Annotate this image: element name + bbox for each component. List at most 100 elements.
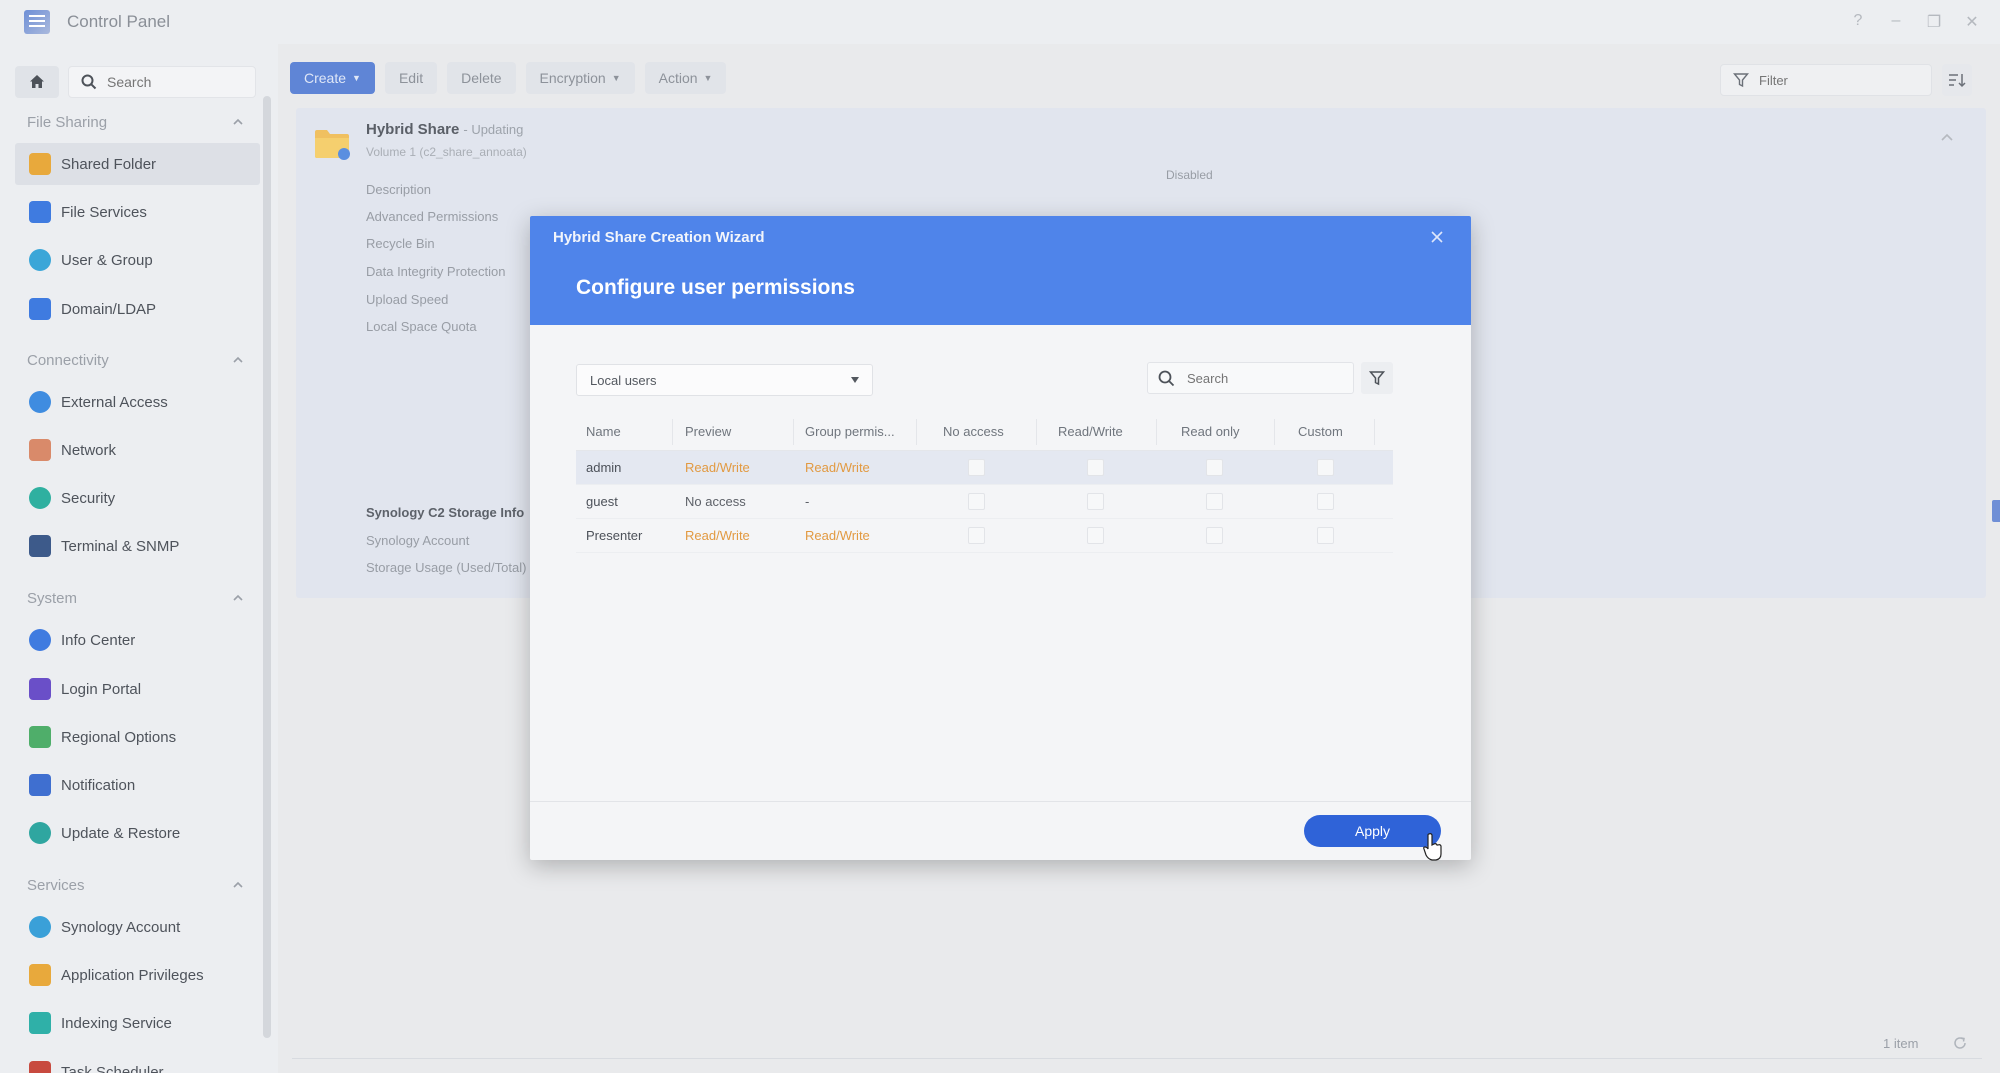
sidebar-item-domain-ldap[interactable]: Domain/LDAP: [15, 288, 260, 330]
terminal-icon: [29, 535, 51, 557]
create-button[interactable]: Create ▼: [290, 62, 375, 94]
permission-filter-button[interactable]: [1361, 362, 1393, 394]
row-group-permission: Read/Write: [805, 528, 870, 543]
encryption-button[interactable]: Encryption ▼: [525, 62, 635, 94]
filter-icon: [1733, 73, 1749, 88]
restore-icon[interactable]: ❐: [1926, 12, 1942, 32]
sidebar-item-notification[interactable]: Notification: [15, 764, 260, 806]
custom-checkbox[interactable]: [1313, 485, 1337, 518]
items-count: 1 item: [1883, 1036, 1919, 1051]
sidebar-item-external-access[interactable]: External Access: [15, 381, 260, 423]
table-row[interactable]: Presenter Read/Write Read/Write: [576, 519, 1393, 553]
sort-icon: [1949, 74, 1966, 88]
sidebar-item-info-center[interactable]: Info Center: [15, 619, 260, 661]
section-file-sharing[interactable]: File Sharing: [0, 108, 260, 138]
caret-down-icon: ▼: [703, 73, 713, 83]
column-header-read-write[interactable]: Read/Write: [1058, 413, 1123, 450]
shield-icon: [29, 487, 51, 509]
lock-icon: [29, 964, 51, 986]
prop-data-integrity: Data Integrity Protection: [366, 264, 506, 279]
sidebar-search[interactable]: [68, 66, 256, 98]
no-access-checkbox[interactable]: [964, 485, 988, 518]
column-header-group-permission[interactable]: Group permis...: [805, 413, 895, 450]
column-header-custom[interactable]: Custom: [1298, 413, 1343, 450]
search-icon: [81, 74, 97, 90]
refresh-icon[interactable]: [1952, 1035, 1968, 1051]
table-header: Name Preview Group permis... No access R…: [576, 413, 1393, 451]
no-access-checkbox[interactable]: [964, 451, 988, 484]
sidebar-item-synology-account[interactable]: Synology Account: [15, 906, 260, 948]
chevron-up-icon: [233, 356, 243, 363]
column-header-name[interactable]: Name: [586, 413, 621, 450]
sidebar-item-regional-options[interactable]: Regional Options: [15, 716, 260, 758]
column-divider: [672, 419, 673, 445]
sidebar-item-terminal-snmp[interactable]: Terminal & SNMP: [15, 525, 260, 567]
sidebar-item-shared-folder[interactable]: Shared Folder: [15, 143, 260, 185]
section-services[interactable]: Services: [0, 871, 260, 901]
custom-checkbox[interactable]: [1313, 451, 1337, 484]
sidebar-item-file-services[interactable]: File Services: [15, 191, 260, 233]
permission-table: Name Preview Group permis... No access R…: [576, 413, 1393, 553]
sort-button[interactable]: [1942, 64, 1972, 96]
sidebar-item-user-group[interactable]: User & Group: [15, 239, 260, 281]
prop-storage-usage: Storage Usage (Used/Total): [366, 560, 527, 575]
close-icon[interactable]: [1429, 229, 1445, 245]
read-write-checkbox[interactable]: [1083, 485, 1107, 518]
row-group-permission: -: [805, 494, 810, 509]
side-panel-handle[interactable]: [1992, 500, 2000, 522]
delete-button[interactable]: Delete: [447, 62, 516, 94]
prop-advanced-permissions-value: Disabled: [1166, 168, 1213, 182]
chevron-up-icon: [233, 594, 243, 601]
permission-search[interactable]: [1147, 362, 1354, 394]
close-icon[interactable]: ✕: [1964, 12, 1980, 32]
read-only-checkbox[interactable]: [1202, 519, 1226, 552]
minimize-icon[interactable]: –: [1888, 12, 1904, 32]
table-row[interactable]: guest No access -: [576, 485, 1393, 519]
hand-cursor-icon: [1423, 833, 1442, 861]
sidebar-item-security[interactable]: Security: [15, 477, 260, 519]
chevron-up-icon[interactable]: [1940, 132, 1954, 144]
caret-down-icon: [851, 377, 859, 383]
row-user-name: Presenter: [586, 528, 643, 543]
sidebar-item-update-restore[interactable]: Update & Restore: [15, 812, 260, 854]
prop-upload-speed: Upload Speed: [366, 292, 449, 307]
section-system[interactable]: System: [0, 584, 260, 614]
share-status: - Updating: [463, 122, 524, 137]
no-access-checkbox[interactable]: [964, 519, 988, 552]
column-header-read-only[interactable]: Read only: [1181, 413, 1240, 450]
sidebar-item-task-scheduler[interactable]: Task Scheduler: [15, 1049, 260, 1073]
prop-synology-account: Synology Account: [366, 533, 470, 548]
file-services-icon: [29, 201, 51, 223]
help-icon[interactable]: ?: [1850, 12, 1866, 32]
sidebar-scrollbar[interactable]: [263, 96, 271, 1038]
read-only-checkbox[interactable]: [1202, 485, 1226, 518]
read-only-checkbox[interactable]: [1202, 451, 1226, 484]
user-type-select[interactable]: Local users: [576, 364, 873, 396]
column-divider: [793, 419, 794, 445]
home-button[interactable]: [15, 66, 59, 98]
sidebar-item-network[interactable]: Network: [15, 429, 260, 471]
column-header-preview[interactable]: Preview: [685, 413, 731, 450]
filter-input[interactable]: [1759, 72, 1909, 88]
prop-description: Description: [366, 182, 432, 197]
prop-recycle-bin: Recycle Bin: [366, 236, 435, 251]
read-write-checkbox[interactable]: [1083, 519, 1107, 552]
sidebar-item-login-portal[interactable]: Login Portal: [15, 668, 260, 710]
account-icon: [29, 916, 51, 938]
action-button[interactable]: Action ▼: [644, 62, 727, 94]
section-connectivity[interactable]: Connectivity: [0, 346, 260, 376]
sidebar-item-indexing-service[interactable]: Indexing Service: [15, 1002, 260, 1044]
domain-icon: [29, 298, 51, 320]
sidebar-search-input[interactable]: [107, 74, 247, 90]
edit-button[interactable]: Edit: [384, 62, 438, 94]
sidebar-item-application-privileges[interactable]: Application Privileges: [15, 954, 260, 996]
column-header-no-access[interactable]: No access: [943, 413, 1004, 450]
column-divider: [1156, 419, 1157, 445]
permission-search-input[interactable]: [1187, 370, 1337, 386]
filter-box[interactable]: [1720, 64, 1932, 96]
custom-checkbox[interactable]: [1313, 519, 1337, 552]
apply-button[interactable]: Apply: [1304, 815, 1441, 847]
read-write-checkbox[interactable]: [1083, 451, 1107, 484]
table-row[interactable]: admin Read/Write Read/Write: [576, 451, 1393, 485]
column-divider: [916, 419, 917, 445]
